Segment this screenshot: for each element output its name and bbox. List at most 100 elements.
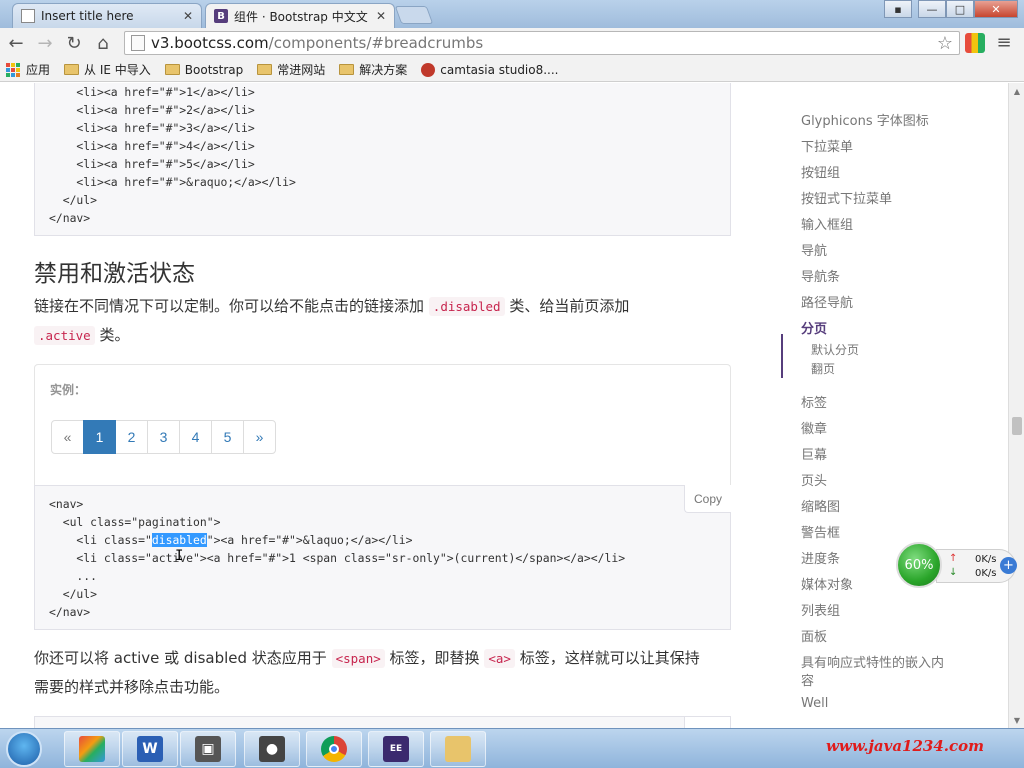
watermark: www.java1234.com: [826, 737, 985, 755]
sidenav-item[interactable]: 按钮式下拉菜单: [801, 188, 892, 207]
extension-icon[interactable]: [965, 33, 985, 53]
bookmark-camtasia[interactable]: camtasia studio8....: [421, 62, 559, 77]
sidenav-item[interactable]: 列表组: [801, 600, 840, 619]
bookmark-frequent-sites[interactable]: 常进网站: [257, 61, 325, 78]
inline-code: .disabled: [428, 297, 505, 316]
forward-icon[interactable]: →: [32, 30, 58, 56]
code-text: "><a href="#">&laquo;</a></li>: [206, 533, 413, 547]
para-text: 标签，这样就可以让其保持: [519, 649, 700, 667]
bookmark-label: camtasia studio8....: [440, 62, 559, 77]
sidenav-subitem[interactable]: 翻页: [811, 360, 835, 377]
folder-icon: [257, 64, 273, 75]
sidenav-item[interactable]: 面板: [801, 626, 827, 645]
memory-gauge[interactable]: 60%: [896, 542, 942, 588]
code-line: <li><a href="#">5</a></li>: [49, 157, 255, 171]
bookmark-solutions[interactable]: 解决方案: [339, 61, 407, 78]
sidenav-subitem[interactable]: 默认分页: [811, 341, 859, 358]
reload-icon[interactable]: ↻: [61, 30, 87, 56]
code-line: </nav>: [49, 605, 91, 619]
windows-taskbar: W ▣ ● EE www.java1234.com: [0, 728, 1024, 768]
code-line: </ul>: [49, 587, 98, 601]
sidenav-item[interactable]: 缩略图: [801, 496, 840, 515]
taskbar-office[interactable]: [64, 731, 120, 767]
code-text: <li class=": [49, 533, 152, 547]
taskbar-eclipse[interactable]: EE: [368, 731, 424, 767]
sidenav-item[interactable]: 输入框组: [801, 214, 853, 233]
sidenav-item[interactable]: 路径导航: [801, 292, 853, 311]
close-window-button[interactable]: ✕: [974, 0, 1018, 18]
pagination-page-1[interactable]: 1: [83, 420, 116, 454]
paragraph-span-usage: 你还可以将 active 或 disabled 状态应用于 <span> 标签，…: [34, 644, 734, 701]
sidenav-item-pagination[interactable]: 分页: [801, 318, 827, 337]
sidenav-item[interactable]: 导航: [801, 240, 827, 259]
active-indicator: [781, 334, 783, 378]
bookmark-label: 解决方案: [359, 63, 408, 77]
wps-writer-icon: W: [137, 736, 163, 762]
text-cursor-icon: I: [175, 548, 184, 564]
sidenav-item[interactable]: 按钮组: [801, 162, 840, 181]
maximize-button[interactable]: □: [946, 0, 974, 18]
bookmark-bootstrap[interactable]: Bootstrap: [164, 63, 243, 77]
close-icon[interactable]: ✕: [183, 9, 193, 23]
pagination-page-2[interactable]: 2: [115, 420, 148, 454]
bookmark-star-icon[interactable]: ☆: [937, 33, 953, 54]
para-text: 需要的样式并移除点击功能。: [34, 678, 230, 696]
pagination-next[interactable]: »: [243, 420, 276, 454]
network-speed-widget[interactable]: ↑ 0K/s ↓ 0K/s 60% +: [896, 542, 1020, 588]
pagination-page-5[interactable]: 5: [211, 420, 244, 454]
para-text: 标签，即替换: [389, 649, 480, 667]
sidenav-item[interactable]: 页头: [801, 470, 827, 489]
taskbar-chrome[interactable]: [306, 731, 362, 767]
taskbar-app[interactable]: ▣: [180, 731, 236, 767]
sidenav-item[interactable]: 下拉菜单: [801, 136, 853, 155]
scrollbar-thumb[interactable]: [1012, 417, 1022, 435]
scroll-up-icon[interactable]: ▲: [1009, 83, 1024, 99]
copy-button[interactable]: Copy: [684, 485, 731, 513]
bookmark-ie-import[interactable]: 从 IE 中导入: [64, 61, 151, 78]
address-bar[interactable]: v3.bootcss.com/components/#breadcrumbs ☆: [124, 31, 960, 55]
sidenav-item[interactable]: 徽章: [801, 418, 827, 437]
example-box: 实例： « 1 2 3 4 5 »: [34, 364, 731, 486]
page-icon: [131, 35, 145, 51]
sidenav-item[interactable]: 巨幕: [801, 444, 827, 463]
user-icon[interactable]: ▪: [884, 0, 912, 18]
taskbar-explorer[interactable]: [430, 731, 486, 767]
menu-icon[interactable]: ≡: [996, 33, 1012, 53]
pagination-prev[interactable]: «: [51, 420, 84, 454]
sidenav-item[interactable]: 标签: [801, 392, 827, 411]
download-arrow-icon: ↓: [949, 567, 958, 578]
sidenav-item[interactable]: Glyphicons 字体图标: [801, 110, 929, 129]
taskbar-wps[interactable]: W: [122, 731, 178, 767]
page-scrollbar[interactable]: ▲ ▼: [1008, 83, 1024, 728]
bookmark-apps[interactable]: 应用: [0, 61, 50, 78]
minimize-button[interactable]: —: [918, 0, 946, 18]
url-path: /components/#breadcrumbs: [268, 34, 484, 52]
sidenav-item[interactable]: 警告框: [801, 522, 840, 541]
code-block-next: [34, 716, 731, 728]
tab-insert-title[interactable]: Insert title here ✕: [12, 3, 202, 28]
upload-speed: 0K/s: [975, 554, 997, 565]
tab-strip: Insert title here ✕ B 组件 · Bootstrap 中文文…: [0, 0, 1024, 28]
sidenav-item[interactable]: Well: [801, 696, 828, 711]
scroll-down-icon[interactable]: ▼: [1009, 712, 1024, 728]
back-icon[interactable]: ←: [3, 30, 29, 56]
close-icon[interactable]: ✕: [376, 9, 386, 23]
folder-icon: [339, 64, 355, 75]
copy-button[interactable]: [684, 716, 731, 728]
tab-bootstrap-components[interactable]: B 组件 · Bootstrap 中文文 ✕: [205, 3, 395, 28]
tab-title: Insert title here: [41, 9, 134, 23]
sidenav-item[interactable]: 进度条: [801, 548, 840, 567]
sidenav-item[interactable]: 导航条: [801, 266, 840, 285]
recorder-icon: ●: [259, 736, 285, 762]
sidenav-item[interactable]: 媒体对象: [801, 574, 853, 593]
sidenav-item[interactable]: 具有响应式特性的嵌入内: [801, 652, 944, 671]
sidenav-item[interactable]: 容: [801, 670, 814, 689]
plus-icon[interactable]: +: [1000, 557, 1017, 574]
taskbar-recorder[interactable]: ●: [244, 731, 300, 767]
home-icon[interactable]: ⌂: [90, 30, 116, 56]
pagination-page-3[interactable]: 3: [147, 420, 180, 454]
pagination-page-4[interactable]: 4: [179, 420, 212, 454]
selected-text[interactable]: disabled: [151, 533, 207, 547]
new-tab-button[interactable]: [394, 6, 434, 24]
start-button[interactable]: [6, 731, 42, 767]
